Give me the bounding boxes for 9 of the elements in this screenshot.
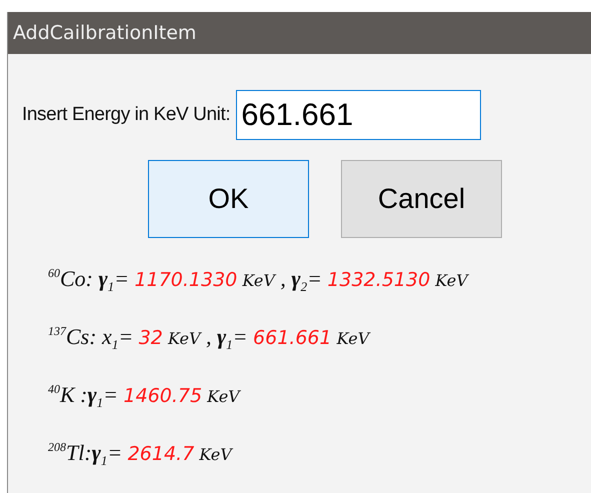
ok-button[interactable]: OK [148, 160, 309, 238]
energy-formula-line: $^{208}$Tl:γ$_{1}$= 2614.7 KeV [48, 439, 234, 470]
energy-formula-line: $^{40}$K :γ$_{1}$= 1460.75 KeV [48, 381, 242, 412]
window-title: AddCailbrationItem [13, 22, 196, 44]
cancel-button[interactable]: Cancel [341, 160, 502, 238]
energy-formula-line: $^{60}$Co: γ$_{1}$= 1170.1330 KeV , γ$_{2}$= 1332.5130 KeV [48, 265, 470, 296]
energy-label: Insert Energy in KeV Unit: [22, 104, 230, 126]
energy-formula-line: $^{137}$Cs: x$_{1}$= 32 KeV , γ$_{1}$= 661.661 KeV [48, 323, 372, 354]
energy-input-field[interactable]: 661.661 [236, 90, 482, 140]
